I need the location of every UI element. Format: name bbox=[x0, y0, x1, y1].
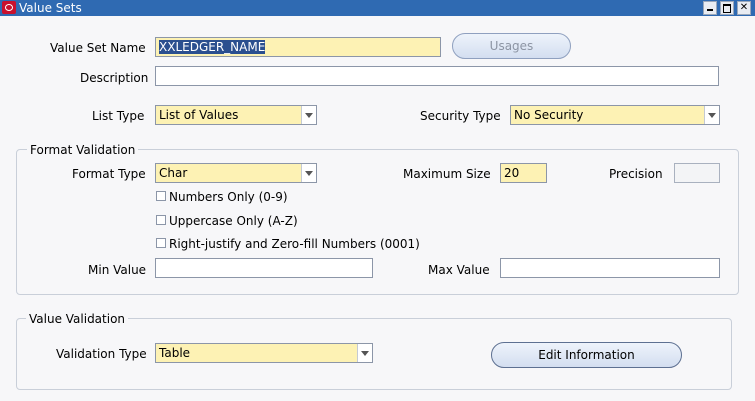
validation-type-dropdown-arrow-icon[interactable] bbox=[357, 344, 372, 362]
security-type-value: No Security bbox=[514, 108, 584, 122]
format-type-value: Char bbox=[159, 166, 188, 180]
min-value-label: Min Value bbox=[88, 263, 147, 277]
format-type-label: Format Type bbox=[72, 167, 146, 181]
list-type-label: List Type bbox=[92, 109, 145, 123]
format-type-select[interactable]: Char bbox=[155, 163, 317, 183]
validation-type-select[interactable]: Table bbox=[155, 343, 373, 363]
value-set-name-value: XXLEDGER_NAME bbox=[159, 40, 266, 54]
edit-information-button[interactable]: Edit Information bbox=[491, 342, 682, 368]
precision-label: Precision bbox=[609, 167, 663, 181]
uppercase-only-checkbox[interactable] bbox=[156, 215, 166, 225]
window-titlebar[interactable]: Value Sets ✕ bbox=[0, 0, 755, 16]
edit-information-button-label: Edit Information bbox=[538, 348, 635, 362]
max-value-field[interactable] bbox=[500, 258, 720, 278]
usages-button-label: Usages bbox=[489, 39, 534, 53]
min-value-field[interactable] bbox=[155, 258, 373, 278]
close-icon[interactable]: ✕ bbox=[737, 1, 751, 15]
maximum-size-field[interactable]: 20 bbox=[500, 163, 547, 183]
precision-field[interactable] bbox=[674, 163, 720, 183]
validation-type-value: Table bbox=[159, 346, 191, 360]
validation-type-label: Validation Type bbox=[56, 347, 147, 361]
value-set-name-field[interactable]: XXLEDGER_NAME bbox=[155, 37, 441, 57]
max-value-label: Max Value bbox=[428, 263, 490, 277]
right-justify-zero-fill-checkbox[interactable] bbox=[156, 238, 166, 248]
format-type-dropdown-arrow-icon[interactable] bbox=[301, 164, 316, 182]
maximum-size-label: Maximum Size bbox=[403, 167, 491, 181]
oracle-logo-icon bbox=[2, 1, 16, 14]
security-type-dropdown-arrow-icon[interactable] bbox=[704, 106, 719, 124]
minimize-icon[interactable] bbox=[703, 1, 717, 15]
value-set-name-label: Value Set Name bbox=[50, 41, 146, 55]
window-title: Value Sets bbox=[19, 1, 82, 15]
form-body: Value Set Name XXLEDGER_NAME Usages Desc… bbox=[0, 16, 755, 401]
uppercase-only-label[interactable]: Uppercase Only (A-Z) bbox=[169, 214, 298, 228]
format-validation-title: Format Validation bbox=[27, 143, 139, 157]
usages-button[interactable]: Usages bbox=[452, 33, 571, 59]
security-type-select[interactable]: No Security bbox=[510, 105, 720, 125]
list-type-value: List of Values bbox=[159, 108, 239, 122]
right-justify-zero-fill-label[interactable]: Right-justify and Zero-fill Numbers (000… bbox=[169, 237, 420, 251]
numbers-only-label[interactable]: Numbers Only (0-9) bbox=[169, 190, 288, 204]
value-validation-title: Value Validation bbox=[26, 312, 129, 326]
list-type-dropdown-arrow-icon[interactable] bbox=[301, 106, 316, 124]
maximize-icon[interactable] bbox=[720, 1, 734, 15]
numbers-only-checkbox[interactable] bbox=[156, 191, 166, 201]
list-type-select[interactable]: List of Values bbox=[155, 105, 317, 125]
description-field[interactable] bbox=[155, 66, 719, 86]
description-label: Description bbox=[80, 71, 149, 85]
security-type-label: Security Type bbox=[420, 109, 501, 123]
